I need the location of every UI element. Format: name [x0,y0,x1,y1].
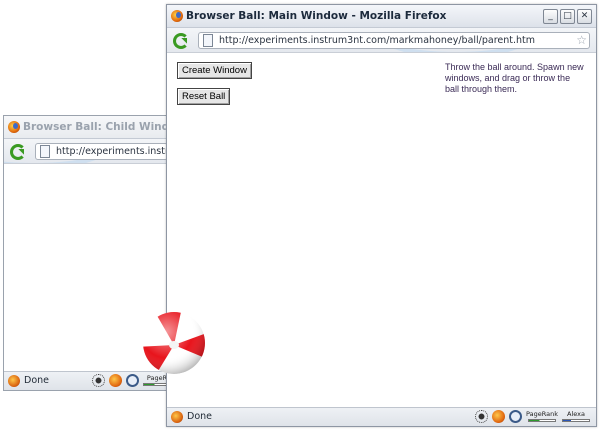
child-url-bar[interactable]: http://experiments.instrum3 [35,143,174,160]
alexa-bar [562,419,590,422]
main-status-text: Done [187,411,212,422]
create-window-button[interactable]: Create Window [177,62,252,79]
firebug-icon[interactable] [475,410,489,423]
child-status-text: Done [24,375,49,386]
main-window-title: Browser Ball: Main Window - Mozilla Fire… [186,10,447,22]
pagerank-bar [528,419,556,422]
firefox-addon-icon[interactable] [492,410,506,423]
child-status-tray: PageR [92,374,171,387]
beach-ball[interactable] [142,311,206,375]
main-status-bar: Done PageRank Alexa [167,407,596,426]
minimize-button[interactable]: _ [543,9,558,24]
page-icon [40,145,50,158]
child-url-text[interactable]: http://experiments.instrum3 [56,146,174,157]
pagerank-label: PageRank [526,410,558,418]
main-status-tray: PageRank Alexa [475,410,590,423]
instructions-text: Throw the ball around. Spawn new windows… [445,62,584,94]
main-url-text[interactable]: http://experiments.instrum3nt.com/markma… [219,35,535,46]
reload-icon[interactable] [173,33,189,49]
reload-icon[interactable] [10,144,26,160]
pagerank-widget[interactable]: PageRank [526,411,558,422]
firebug-icon[interactable] [92,374,105,387]
maximize-button[interactable]: □ [560,9,575,24]
child-nav-bar: http://experiments.instrum3 [4,139,174,164]
main-title-bar[interactable]: Browser Ball: Main Window - Mozilla Fire… [167,5,596,28]
alexa-widget[interactable]: Alexa [562,411,590,422]
main-nav-bar: http://experiments.instrum3nt.com/markma… [167,28,596,53]
google-toolbar-icon[interactable] [509,410,523,423]
firefox-status-icon [171,411,183,423]
window-controls: _ □ ✕ [543,9,592,24]
firefox-icon [171,10,183,22]
close-button[interactable]: ✕ [577,9,592,24]
ball-cap [169,341,179,349]
firefox-addon-icon[interactable] [109,374,122,387]
google-toolbar-icon[interactable] [126,374,139,387]
firefox-icon [8,121,20,133]
reset-ball-button[interactable]: Reset Ball [177,88,231,105]
main-browser-window[interactable]: Browser Ball: Main Window - Mozilla Fire… [166,4,597,427]
bookmark-star-icon[interactable]: ☆ [576,33,587,47]
main-url-bar[interactable]: http://experiments.instrum3nt.com/markma… [198,32,590,49]
main-page-content: Create Window Reset Ball Throw the ball … [167,53,596,407]
firefox-status-icon [8,375,20,387]
child-title-bar[interactable]: Browser Ball: Child Window - ... [4,116,210,139]
page-icon [203,34,213,47]
child-pagerank-label: PageR [146,374,168,382]
alexa-label: Alexa [567,410,585,418]
